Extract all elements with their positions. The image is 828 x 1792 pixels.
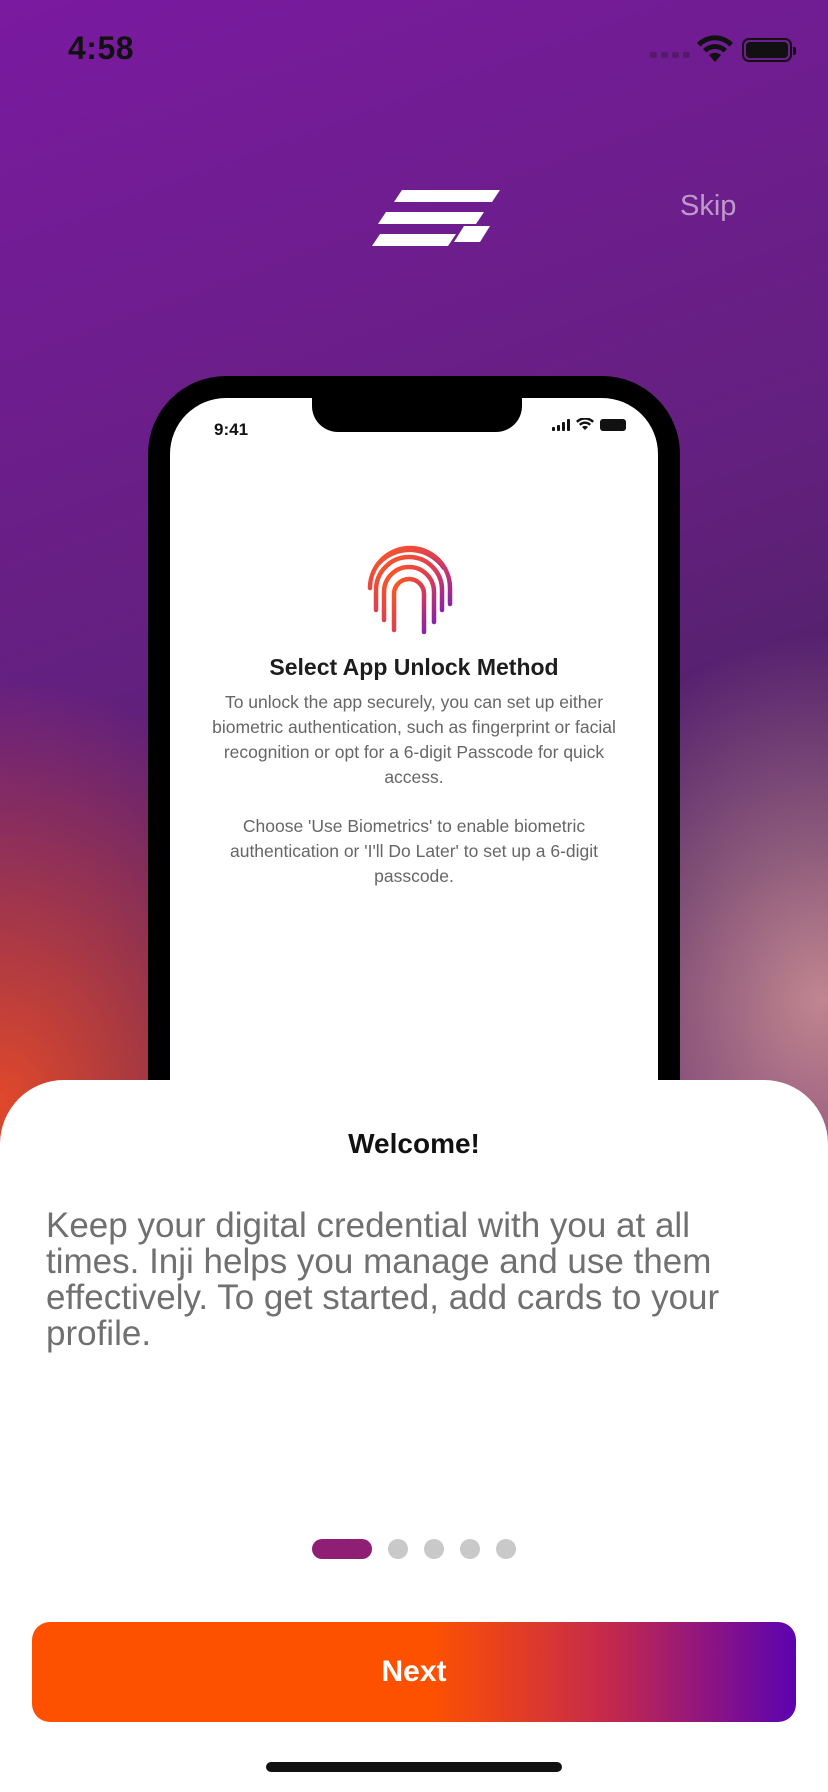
- pagination-dot-2[interactable]: [388, 1539, 408, 1559]
- phone-mockup: 9:41 Select App Unlock Method To unlock …: [148, 376, 680, 1198]
- pagination-indicator: [312, 1538, 516, 1560]
- fingerprint-icon: [367, 545, 453, 637]
- mockup-status-time: 9:41: [214, 420, 249, 439]
- phone-mockup-screen: 9:41 Select App Unlock Method To unlock …: [170, 398, 658, 1198]
- mockup-wifi-icon: [576, 418, 594, 430]
- battery-icon: [742, 38, 796, 62]
- pagination-dot-4[interactable]: [460, 1539, 480, 1559]
- status-time: 4:58: [68, 30, 135, 66]
- pagination-dot-3[interactable]: [424, 1539, 444, 1559]
- status-bar: 4:58: [0, 0, 828, 100]
- next-button[interactable]: Next: [32, 1622, 796, 1722]
- mockup-body: To unlock the app securely, you can set …: [198, 690, 630, 889]
- mockup-status-icons: [552, 418, 626, 431]
- sheet-description: Keep your digital credential with you at…: [46, 1206, 720, 1353]
- inji-logo-icon: [372, 190, 500, 246]
- mockup-signal-icon: [552, 418, 570, 431]
- skip-button[interactable]: Skip: [680, 190, 736, 223]
- mockup-battery-icon: [600, 418, 626, 431]
- cellular-signal-icon: [650, 52, 690, 58]
- mockup-paragraph-1: To unlock the app securely, you can set …: [212, 692, 616, 787]
- phone-notch: [312, 398, 522, 432]
- mockup-title: Select App Unlock Method: [269, 654, 559, 680]
- sheet-title: Welcome!: [348, 1128, 480, 1159]
- wifi-icon: [697, 35, 733, 62]
- pagination-dot-5[interactable]: [496, 1539, 516, 1559]
- pagination-dot-1[interactable]: [312, 1539, 372, 1559]
- home-indicator[interactable]: [266, 1762, 562, 1772]
- mockup-paragraph-2: Choose 'Use Biometrics' to enable biomet…: [229, 816, 598, 886]
